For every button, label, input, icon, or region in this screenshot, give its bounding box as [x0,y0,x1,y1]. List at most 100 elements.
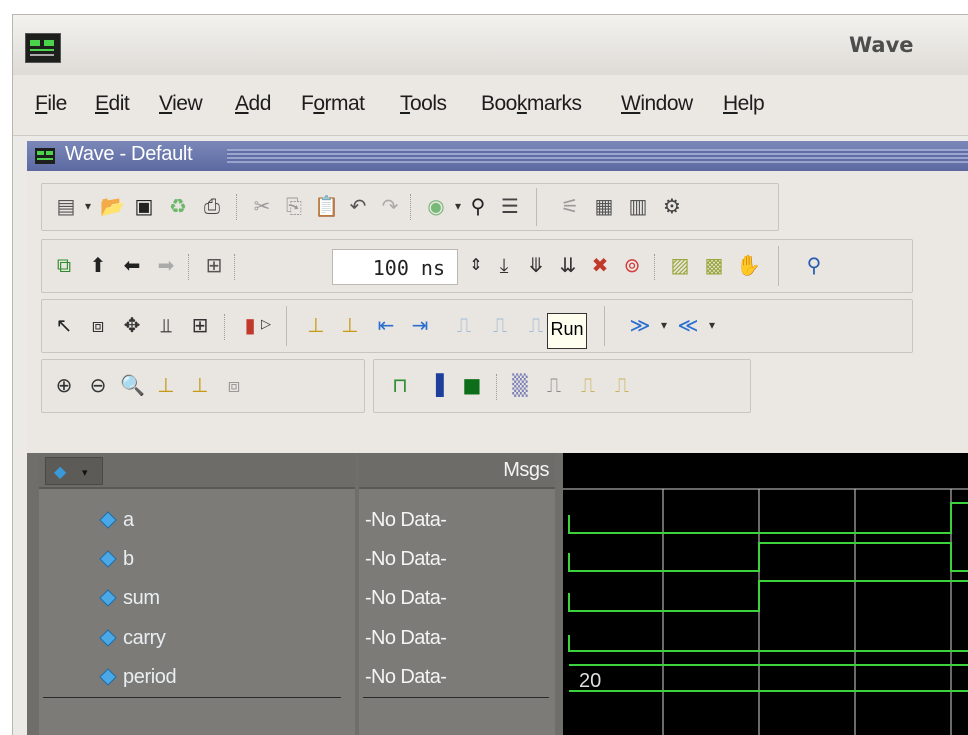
zoom-in-icon[interactable]: ⊕ [52,373,76,397]
toolbar-area: ▤ ▾ 📂 ▣ ♻ ⎙ ✂ ⎘ 📋 ↶ ↷ ◉ ▾ ⚲ ☰ ⚟ ▦ ▥ ⚙ ⧉ … [27,171,968,453]
zoom-out-icon[interactable]: ⊖ [86,373,110,397]
back-arrow-icon[interactable]: ⬅ [120,253,144,277]
signal-name: sum [123,587,160,609]
wave-window-icon [35,148,55,164]
run-icon[interactable]: ⤓ [492,253,516,277]
toolbar-simulate: ⧉ ⬆ ⬅ ➡ ⊞ 100 ns ⇕ ⤓ ⤋ ⇊ ✖ ⊚ ▨ ▩ ✋ ⚲ [41,239,913,293]
menu-edit[interactable]: Edit [95,92,130,116]
menu-view[interactable]: View [159,92,203,116]
collapse-dropdown-icon[interactable]: ▾ [700,313,724,337]
undo-icon[interactable]: ↶ [346,194,370,218]
redo-icon[interactable]: ↷ [378,194,402,218]
dataflow-icon[interactable]: ⚙ [660,194,684,218]
zoom-last-icon[interactable]: ⧈ [222,373,246,397]
title-bar: Wave [13,15,968,76]
open-folder-icon[interactable]: 📂 [100,194,125,218]
zoom-full-icon[interactable]: 🔍 [120,373,145,397]
inner-window-titlebar[interactable]: Wave - Default [27,141,968,171]
zoom-region-icon[interactable]: ⧈ [86,313,110,337]
dropdown-arrow-icon: ▾ [82,467,88,479]
run-length-spinner-icon[interactable]: ⇕ [464,253,488,277]
format-literal-icon[interactable]: ⊓ [388,373,412,397]
binoculars-icon[interactable]: ⚲ [466,194,490,218]
reload-icon[interactable]: ♻ [166,194,190,218]
zoom-cursor-icon[interactable]: ⊥ [154,373,178,397]
expand-dropdown-icon[interactable]: ▾ [652,313,676,337]
signal-value: -No Data- [365,509,447,531]
split-icon[interactable]: ⚟ [558,194,582,218]
continue-icon[interactable]: ⤋ [524,253,548,277]
new-icon[interactable]: ▤ [54,194,78,218]
restart-icon[interactable]: ⊞ [202,253,226,277]
menu-bookmarks[interactable]: Bookmarks [481,92,582,116]
delete-cursor-icon[interactable]: ⊥ [338,313,362,337]
format-event-icon[interactable]: ■ [460,373,484,397]
wave-sum [568,580,968,612]
forward-arrow-icon[interactable]: ➡ [154,253,178,277]
signal-value: -No Data- [365,666,447,688]
waveform-canvas [563,488,968,735]
cursor-icon[interactable]: ⫫ [154,313,178,337]
signal-row[interactable]: sum [39,583,355,613]
stop-icon[interactable]: ⊚ [620,253,644,277]
cursor-divider [43,697,341,698]
memory-icon[interactable]: ▦ [592,194,616,218]
more-icon[interactable]: ⚲ [802,253,826,277]
prev-transition-icon[interactable]: ⎍ [452,313,476,337]
save-icon[interactable]: ▣ [132,194,156,218]
run-length-field[interactable]: 100 ns [332,249,458,285]
values-header: Msgs [359,453,555,489]
break-icon[interactable]: ✖ [588,253,612,277]
run-all-icon[interactable]: ⇊ [556,253,580,277]
grid-icon[interactable]: ⊞ [188,313,212,337]
edge-falling-icon[interactable]: ⎍ [576,373,600,397]
step-icon[interactable]: ▨ [668,253,692,277]
hand-icon[interactable]: ✋ [736,253,761,277]
edge-both-icon[interactable]: ⎍ [610,373,634,397]
waveform-pane[interactable]: 20 [563,453,968,735]
values-divider [363,697,549,698]
menu-tools[interactable]: Tools [400,92,447,116]
signal-row[interactable]: carry [39,623,355,653]
expand-icon[interactable]: ≫ [628,313,652,337]
menu-add[interactable]: Add [235,92,271,116]
traffic-arrow-icon[interactable]: ▷ [254,313,278,337]
wave-selector[interactable]: ◆ ▾ [45,457,103,485]
table-icon[interactable]: ▥ [626,194,650,218]
menu-format[interactable]: Format [301,92,365,116]
print-icon[interactable]: ⎙ [200,194,224,218]
prev-edge-icon[interactable]: ⇤ [374,313,398,337]
next-edge-icon[interactable]: ⇥ [408,313,432,337]
zoom-cursors-icon[interactable]: ⊥ [188,373,212,397]
step-over-icon[interactable]: ▩ [702,253,726,277]
signal-row[interactable]: period [39,662,355,692]
menu-file[interactable]: File [35,92,67,116]
move-icon[interactable]: ✥ [120,313,144,337]
new-dropdown-icon[interactable]: ▾ [76,194,100,218]
copy-icon[interactable]: ⎘ [282,194,306,218]
paste-icon[interactable]: 📋 [314,194,339,218]
cut-icon[interactable]: ✂ [250,194,274,218]
wave-b [568,542,968,572]
edge-rising-icon[interactable]: ⎍ [542,373,566,397]
menu-window[interactable]: Window [621,92,693,116]
falling-edge-icon[interactable]: ⎍ [524,313,548,337]
signal-name: carry [123,627,166,649]
format-analog-icon[interactable]: ▒ [508,373,532,397]
signal-name: a [123,509,134,531]
signal-value: -No Data- [365,548,447,570]
signal-diamond-icon [99,550,117,568]
msgs-label: Msgs [503,459,549,481]
signal-row[interactable]: a [39,505,355,535]
signal-row[interactable]: b [39,544,355,574]
select-pointer-icon[interactable]: ↖ [52,313,76,337]
up-arrow-icon[interactable]: ⬆ [86,253,110,277]
list-icon[interactable]: ☰ [498,194,522,218]
find-circle-icon[interactable]: ◉ [424,194,448,218]
collapse-icon[interactable]: ≪ [676,313,700,337]
insert-cursor-icon[interactable]: ⊥ [304,313,328,337]
menu-help[interactable]: Help [723,92,765,116]
next-transition-icon[interactable]: ⎍ [488,313,512,337]
compile-icon[interactable]: ⧉ [52,253,76,277]
format-logic-icon[interactable]: ▐ [424,373,448,397]
